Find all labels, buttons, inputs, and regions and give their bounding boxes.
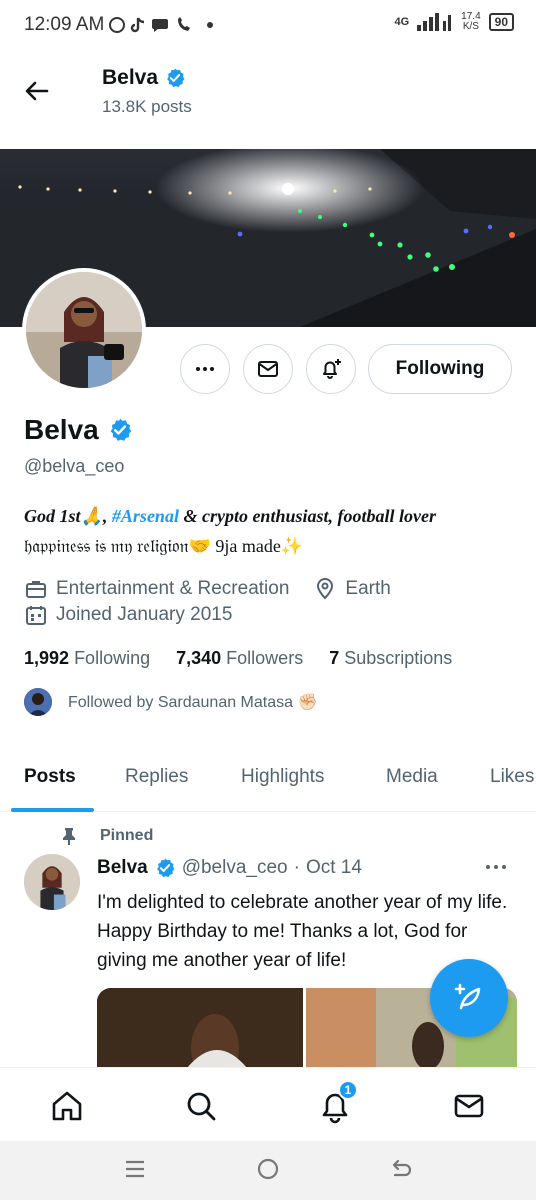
pin-icon bbox=[63, 828, 75, 845]
profile-name: Belva bbox=[24, 414, 99, 445]
profile-stats: 1,992 Following 7,340 Followers 7 Subscr… bbox=[24, 648, 452, 669]
bell-plus-icon bbox=[323, 359, 341, 379]
tiktok-icon bbox=[130, 17, 145, 33]
tweet-author-name[interactable]: Belva bbox=[97, 857, 148, 879]
profile-meta-row-2: Joined January 2015 bbox=[24, 603, 232, 627]
tweet-header: Belva @belva_ceo · Oct 14 bbox=[97, 857, 362, 879]
network-type: 4G bbox=[394, 16, 410, 28]
profile-category[interactable]: Entertainment & Recreation bbox=[56, 578, 289, 600]
followed-by-text: Followed by Sardaunan Matasa ✊🏻 bbox=[68, 694, 318, 711]
system-navigation-bar bbox=[0, 1141, 536, 1200]
profile-handle: @belva_ceo bbox=[24, 456, 125, 476]
net-speed: 17.4 K/S bbox=[461, 11, 481, 32]
tab-media[interactable]: Media bbox=[386, 766, 438, 788]
back-system-button[interactable] bbox=[389, 1157, 413, 1186]
message-button[interactable] bbox=[243, 344, 293, 394]
followed-by-row[interactable]: Followed by Sardaunan Matasa ✊🏻 bbox=[24, 688, 317, 716]
verified-badge-icon bbox=[156, 858, 175, 878]
tab-replies[interactable]: Replies bbox=[125, 766, 188, 788]
tab-posts[interactable]: Posts bbox=[24, 766, 76, 788]
tweet-separator: · bbox=[293, 857, 300, 878]
subscriptions-stat[interactable]: 7 Subscriptions bbox=[329, 648, 452, 669]
compose-feather-icon bbox=[454, 983, 481, 1010]
location-pin-icon bbox=[317, 578, 334, 600]
pinned-label: Pinned bbox=[100, 827, 154, 844]
home-tab[interactable] bbox=[49, 1088, 85, 1124]
profile-avatar[interactable] bbox=[22, 268, 146, 392]
active-tab-indicator bbox=[11, 808, 94, 812]
header-title: Belva bbox=[102, 66, 186, 90]
search-tab[interactable] bbox=[183, 1088, 219, 1124]
following-button[interactable]: Following bbox=[368, 344, 512, 394]
briefcase-icon bbox=[26, 581, 46, 598]
pinned-label-row: Pinned bbox=[60, 826, 153, 846]
bio-line-2: 𝔥𝔞𝔭𝔭𝔦𝔫𝔢𝔰𝔰 𝔦𝔰 𝔪𝔶 𝔯𝔢𝔩𝔦𝔤𝔦𝔬𝔫🤝 9ja made✨ bbox=[24, 536, 304, 556]
tweet-photo-1[interactable] bbox=[97, 988, 303, 1068]
tweet-author-avatar[interactable] bbox=[24, 854, 80, 910]
notification-badge: 1 bbox=[338, 1080, 358, 1100]
profile-location: Earth bbox=[345, 578, 391, 599]
messages-tab[interactable] bbox=[451, 1088, 487, 1124]
header-name: Belva bbox=[102, 66, 159, 89]
status-right: 4G 17.4 K/S 90 bbox=[394, 12, 514, 32]
bottom-navigation: 1 bbox=[0, 1067, 536, 1141]
header-posts-count: 13.8K posts bbox=[102, 97, 192, 116]
whatsapp-icon bbox=[109, 17, 125, 33]
profile-name-row: Belva bbox=[24, 414, 133, 446]
recent-apps-button[interactable] bbox=[124, 1157, 146, 1186]
profile-joined: Joined January 2015 bbox=[56, 604, 233, 625]
profile-tabs: Posts Replies Highlights Media Likes bbox=[0, 752, 536, 812]
more-horizontal-icon bbox=[486, 865, 506, 869]
following-stat[interactable]: 1,992 Following bbox=[24, 648, 150, 669]
menu-lines-icon bbox=[126, 1160, 144, 1178]
signal-icon bbox=[417, 13, 452, 31]
compose-button[interactable] bbox=[430, 959, 508, 1037]
tweet-date[interactable]: Oct 14 bbox=[306, 857, 362, 879]
status-time: 12:09 AM bbox=[24, 14, 105, 35]
avatar-image bbox=[26, 272, 142, 388]
follower-avatar bbox=[24, 688, 52, 716]
back-curve-icon bbox=[392, 1159, 412, 1177]
tweet-author-handle: @belva_ceo bbox=[181, 857, 288, 878]
chat-icon bbox=[152, 19, 168, 32]
more-horizontal-icon bbox=[196, 367, 214, 371]
tweet-more-button[interactable] bbox=[484, 857, 508, 883]
notification-icons bbox=[108, 14, 228, 41]
more-options-button[interactable] bbox=[180, 344, 230, 394]
home-icon bbox=[52, 1091, 82, 1121]
envelope-icon bbox=[258, 361, 278, 377]
back-button[interactable] bbox=[20, 74, 54, 108]
tab-highlights[interactable]: Highlights bbox=[241, 766, 324, 788]
dot-icon bbox=[207, 22, 213, 28]
phone-icon bbox=[178, 17, 190, 31]
tab-likes[interactable]: Likes bbox=[490, 766, 536, 788]
verified-badge-icon bbox=[167, 68, 185, 88]
verified-badge-icon[interactable] bbox=[107, 417, 133, 443]
home-system-button[interactable] bbox=[256, 1157, 280, 1186]
arrow-left-icon bbox=[25, 81, 49, 101]
status-bar: 12:09 AM 4G 17.4 K/S 90 bbox=[0, 0, 536, 54]
profile-meta-row-1: Entertainment & Recreation Earth bbox=[24, 577, 391, 601]
battery-indicator: 90 bbox=[488, 13, 514, 31]
bio-line-1: God 1st🙏, #Arsenal & crypto enthusiast, … bbox=[24, 506, 436, 526]
search-icon bbox=[187, 1092, 216, 1121]
circle-home-icon bbox=[257, 1158, 279, 1180]
followers-stat[interactable]: 7,340 Followers bbox=[176, 648, 303, 669]
messages-icon bbox=[454, 1094, 484, 1118]
calendar-icon bbox=[26, 606, 46, 625]
hashtag-link[interactable]: #Arsenal bbox=[112, 506, 179, 526]
notify-button[interactable] bbox=[306, 344, 356, 394]
